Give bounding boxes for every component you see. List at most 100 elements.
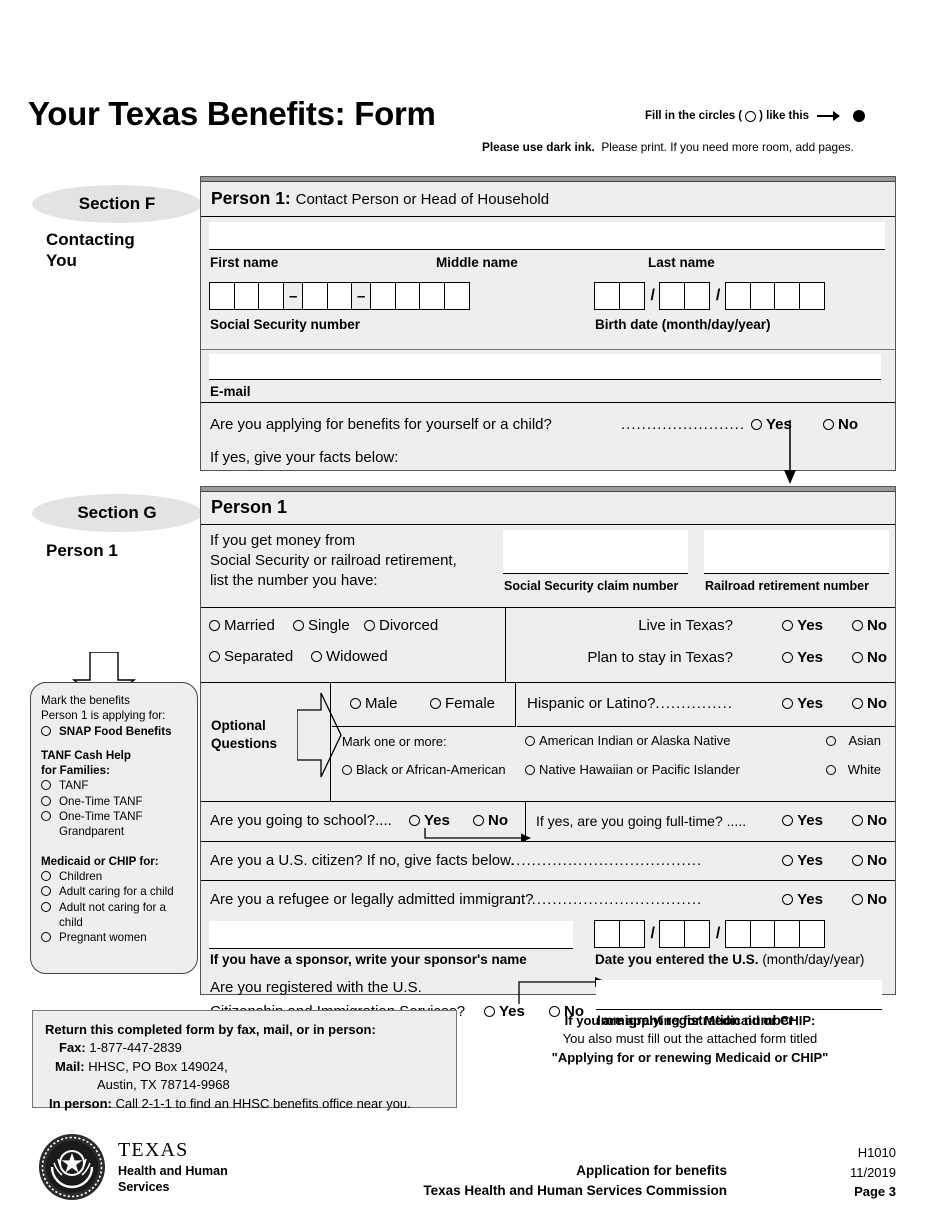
radio-icon[interactable] xyxy=(782,698,794,709)
ss-claim-number-input[interactable] xyxy=(503,530,688,574)
radio-icon[interactable] xyxy=(751,419,762,430)
radio-icon[interactable] xyxy=(41,932,51,943)
ssn-char-box[interactable] xyxy=(326,282,353,310)
name-input[interactable] xyxy=(209,222,885,250)
radio-icon[interactable] xyxy=(293,620,304,631)
radio-icon[interactable] xyxy=(350,698,361,709)
entered-day-box[interactable] xyxy=(684,920,711,948)
birth-year-box[interactable] xyxy=(749,282,776,310)
race-option-white[interactable]: White xyxy=(825,762,881,777)
fulltime-no[interactable]: No xyxy=(852,812,887,829)
radio-icon[interactable] xyxy=(525,735,535,746)
entered-day-box[interactable] xyxy=(659,920,686,948)
entered-month-box[interactable] xyxy=(618,920,645,948)
plan-to-stay-yes[interactable]: Yes xyxy=(782,649,823,666)
radio-icon[interactable] xyxy=(209,620,220,631)
radio-icon[interactable] xyxy=(782,620,794,631)
radio-icon[interactable] xyxy=(852,815,863,826)
benefit-option-snap[interactable]: SNAP Food Benefits xyxy=(41,724,189,739)
immigrant-registration-input[interactable] xyxy=(596,980,882,1010)
radio-icon[interactable] xyxy=(782,652,794,663)
gender-option-female[interactable]: Female xyxy=(430,695,495,712)
applying-no-option[interactable]: No xyxy=(823,416,858,433)
citizen-no[interactable]: No xyxy=(852,852,887,869)
radio-icon[interactable] xyxy=(409,815,420,826)
marital-option-separated[interactable]: Separated xyxy=(209,648,293,665)
sponsor-name-input[interactable] xyxy=(209,921,573,949)
race-option-american-indian[interactable]: American Indian or Alaska Native xyxy=(525,733,730,748)
radio-icon[interactable] xyxy=(41,725,51,736)
citizen-yes[interactable]: Yes xyxy=(782,852,823,869)
entered-year-box[interactable] xyxy=(724,920,751,948)
radio-icon[interactable] xyxy=(525,764,535,775)
refugee-no[interactable]: No xyxy=(852,891,887,908)
fulltime-yes[interactable]: Yes xyxy=(782,812,823,829)
radio-icon[interactable] xyxy=(825,764,836,775)
radio-icon[interactable] xyxy=(826,735,837,746)
radio-icon[interactable] xyxy=(852,652,863,663)
marital-option-married[interactable]: Married xyxy=(209,617,275,634)
radio-icon[interactable] xyxy=(209,651,220,662)
radio-icon[interactable] xyxy=(41,795,51,806)
email-input[interactable] xyxy=(209,354,881,380)
birth-month-box[interactable] xyxy=(594,282,620,310)
entered-year-box[interactable] xyxy=(774,920,801,948)
ssn-char-box[interactable] xyxy=(444,282,471,310)
plan-to-stay-no[interactable]: No xyxy=(852,649,887,666)
radio-icon[interactable] xyxy=(823,419,834,430)
marital-option-widowed[interactable]: Widowed xyxy=(311,648,388,665)
entered-year-box[interactable] xyxy=(749,920,776,948)
live-in-texas-yes[interactable]: Yes xyxy=(782,617,823,634)
birth-day-box[interactable] xyxy=(684,282,711,310)
radio-icon[interactable] xyxy=(852,894,863,905)
live-in-texas-no[interactable]: No xyxy=(852,617,887,634)
benefit-option-pregnant-women[interactable]: Pregnant women xyxy=(41,930,189,945)
birth-year-box[interactable] xyxy=(724,282,751,310)
radio-icon[interactable] xyxy=(41,901,51,912)
entered-year-box[interactable] xyxy=(798,920,825,948)
benefit-option-adult-caring[interactable]: Adult caring for a child xyxy=(41,884,189,899)
ssn-input[interactable]: – – xyxy=(209,282,471,310)
benefit-option-one-time-tanf-grandparent[interactable]: One-Time TANF Grandparent xyxy=(41,809,189,840)
entered-us-date-input[interactable]: / / xyxy=(594,920,825,948)
radio-icon[interactable] xyxy=(430,698,441,709)
ssn-char-box[interactable] xyxy=(301,282,328,310)
radio-icon[interactable] xyxy=(364,620,375,631)
radio-icon[interactable] xyxy=(41,811,51,822)
radio-icon[interactable] xyxy=(41,870,51,881)
marital-option-single[interactable]: Single xyxy=(293,617,350,634)
marital-option-divorced[interactable]: Divorced xyxy=(364,617,438,634)
ssn-char-box[interactable] xyxy=(419,282,446,310)
radio-icon[interactable] xyxy=(311,651,322,662)
radio-icon[interactable] xyxy=(41,780,51,791)
birth-year-box[interactable] xyxy=(774,282,801,310)
race-option-black[interactable]: Black or African-American xyxy=(342,762,506,777)
ssn-char-box[interactable] xyxy=(394,282,421,310)
race-option-asian[interactable]: Asian xyxy=(826,733,881,748)
radio-icon[interactable] xyxy=(852,855,863,866)
birth-year-box[interactable] xyxy=(798,282,825,310)
race-option-native-hawaiian[interactable]: Native Hawaiian or Pacific Islander xyxy=(525,762,740,777)
benefit-option-children[interactable]: Children xyxy=(41,869,189,884)
benefit-option-one-time-tanf[interactable]: One-Time TANF xyxy=(41,794,189,809)
birth-day-box[interactable] xyxy=(659,282,686,310)
radio-icon[interactable] xyxy=(852,698,863,709)
refugee-yes[interactable]: Yes xyxy=(782,891,823,908)
birthdate-input[interactable]: / / xyxy=(594,282,825,310)
railroad-number-input[interactable] xyxy=(704,530,889,574)
birth-month-box[interactable] xyxy=(618,282,645,310)
radio-icon[interactable] xyxy=(782,894,794,905)
benefit-option-adult-not-caring[interactable]: Adult not caring for a child xyxy=(41,900,189,931)
entered-month-box[interactable] xyxy=(594,920,620,948)
hispanic-yes[interactable]: Yes xyxy=(782,695,823,712)
radio-icon[interactable] xyxy=(473,815,484,826)
radio-icon[interactable] xyxy=(342,764,352,775)
radio-icon[interactable] xyxy=(782,855,794,866)
radio-icon[interactable] xyxy=(41,886,51,897)
ssn-char-box[interactable] xyxy=(209,282,235,310)
ssn-char-box[interactable] xyxy=(369,282,396,310)
hispanic-no[interactable]: No xyxy=(852,695,887,712)
radio-icon[interactable] xyxy=(852,620,863,631)
gender-option-male[interactable]: Male xyxy=(350,695,398,712)
radio-icon[interactable] xyxy=(782,815,794,826)
